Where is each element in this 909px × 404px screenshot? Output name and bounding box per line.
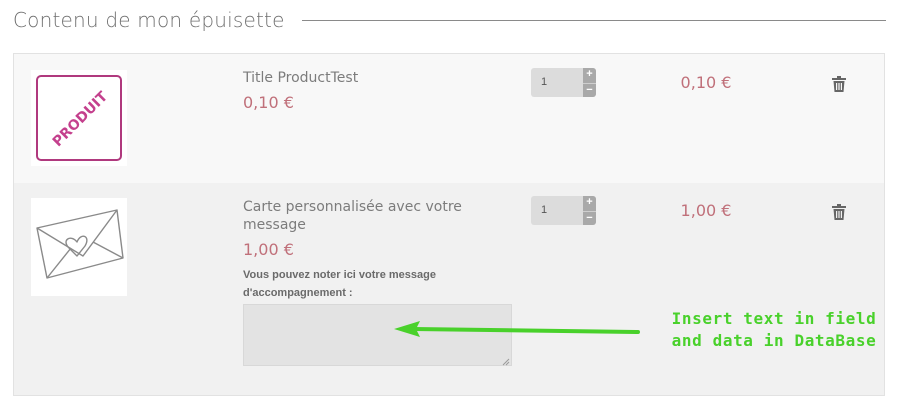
cart-row: PRODUIT Title ProductTest 0,10 € 1 + − 0…: [14, 54, 884, 183]
annotation-text: Insert text in field and data in DataBas…: [646, 308, 902, 352]
envelope-heart-icon: [36, 209, 124, 279]
quantity-buttons: + −: [583, 196, 596, 225]
quantity-increase-button[interactable]: +: [583, 68, 596, 82]
quantity-decrease-button[interactable]: −: [583, 211, 596, 226]
product-name[interactable]: Carte personnalisée avec votre message: [243, 198, 493, 234]
line-total: 1,00 €: [680, 201, 732, 220]
page-title: Contenu de mon épuisette: [13, 8, 285, 32]
quantity-increase-button[interactable]: +: [583, 196, 596, 210]
quantity-decrease-button[interactable]: −: [583, 83, 596, 98]
product-unit-price: 0,10 €: [243, 93, 294, 112]
product-name[interactable]: Title ProductTest: [243, 69, 358, 87]
line-total: 0,10 €: [680, 73, 732, 92]
cart-row: Carte personnalisée avec votre message 1…: [14, 183, 884, 395]
resize-grip-icon[interactable]: [502, 358, 510, 366]
header-divider: [302, 20, 886, 21]
quantity-value[interactable]: 1: [541, 76, 547, 88]
product-unit-price: 1,00 €: [243, 240, 294, 259]
product-thumbnail[interactable]: [31, 198, 127, 296]
annotation-line: Insert text in field: [671, 309, 877, 328]
cart-header: Contenu de mon épuisette: [13, 8, 886, 36]
produit-logo: PRODUIT: [36, 75, 122, 161]
quantity-stepper[interactable]: 1 + −: [531, 68, 596, 97]
quantity-stepper[interactable]: 1 + −: [531, 196, 596, 225]
quantity-buttons: + −: [583, 68, 596, 97]
message-label: Vous pouvez noter ici votre message d'ac…: [243, 269, 436, 299]
trash-icon[interactable]: [832, 204, 846, 220]
annotation-arrow-icon: [394, 321, 640, 337]
product-thumbnail[interactable]: PRODUIT: [31, 70, 127, 166]
quantity-value[interactable]: 1: [541, 204, 547, 216]
annotation-line: and data in DataBase: [671, 331, 877, 350]
trash-icon[interactable]: [832, 76, 846, 92]
